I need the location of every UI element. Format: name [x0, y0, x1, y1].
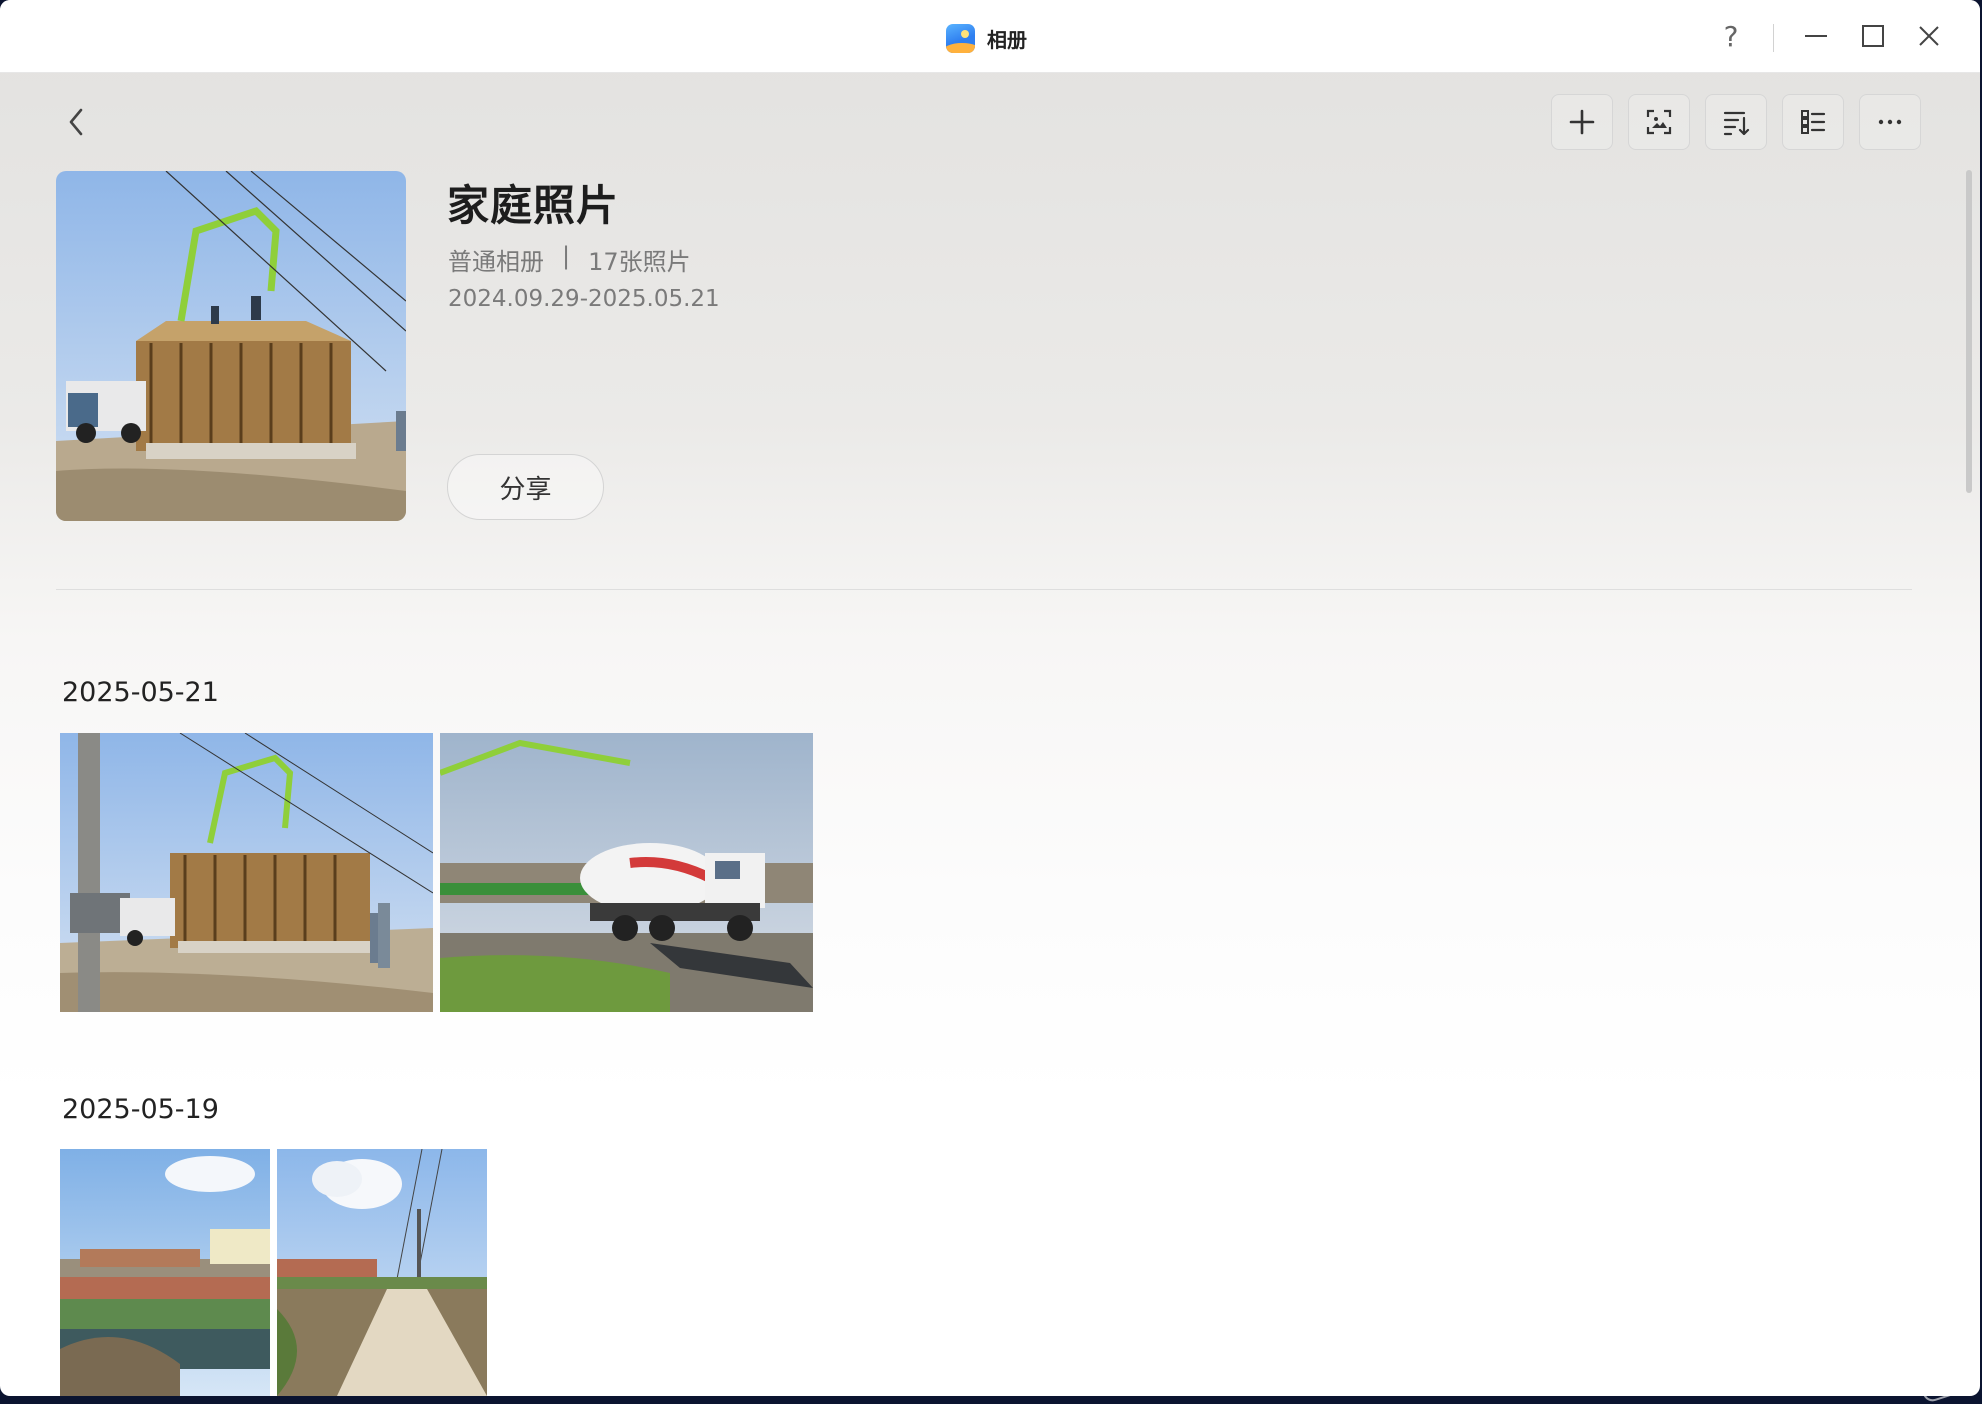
back-button[interactable]	[58, 102, 94, 142]
album-date-range: 2024.09.29-2025.05.21	[448, 286, 720, 312]
album-meta: 普通相册 | 17张照片	[448, 242, 691, 277]
album-type: 普通相册	[448, 248, 544, 276]
app-name: 相册	[987, 27, 1027, 52]
scan-image-icon	[1646, 109, 1672, 135]
title-bar: 相册 ?	[0, 0, 1980, 73]
album-title: 家庭照片	[447, 181, 620, 230]
more-horizontal-icon	[1878, 119, 1902, 125]
date-group-label: 2025-05-19	[62, 1094, 219, 1125]
header-divider	[56, 589, 1912, 590]
album-cover-photo[interactable]	[56, 171, 406, 521]
photo-thumbnail[interactable]	[60, 1149, 270, 1396]
add-button[interactable]	[1551, 94, 1613, 150]
photos-window: 相册 ? 家庭照片 普通相册 | 17张照片 2024.09.29-2025.0…	[0, 0, 1980, 1396]
app-title: 相册	[946, 22, 1027, 54]
sort-icon	[1723, 111, 1750, 136]
photo-count: 17张照片	[588, 248, 691, 276]
chevron-left-icon	[69, 108, 83, 136]
maximize-icon[interactable]	[1855, 18, 1891, 54]
scrollbar[interactable]	[1966, 170, 1972, 493]
photos-app-icon	[946, 23, 975, 53]
list-view-icon	[1801, 110, 1826, 134]
plus-icon	[1569, 109, 1595, 135]
photo-thumbnail[interactable]	[60, 733, 433, 1012]
share-button[interactable]: 分享	[447, 454, 604, 520]
close-icon[interactable]	[1911, 18, 1947, 54]
view-mode-button[interactable]	[1782, 94, 1844, 150]
title-bar-divider	[1773, 24, 1774, 52]
meta-separator: |	[562, 242, 571, 270]
more-button[interactable]	[1859, 94, 1921, 150]
photo-thumbnail[interactable]	[440, 733, 813, 1012]
date-group-label: 2025-05-21	[62, 677, 219, 708]
sort-button[interactable]	[1705, 94, 1767, 150]
image-search-button[interactable]	[1628, 94, 1690, 150]
help-icon[interactable]: ?	[1713, 18, 1749, 54]
photo-thumbnail[interactable]	[277, 1149, 487, 1396]
minimize-icon[interactable]	[1798, 18, 1834, 54]
